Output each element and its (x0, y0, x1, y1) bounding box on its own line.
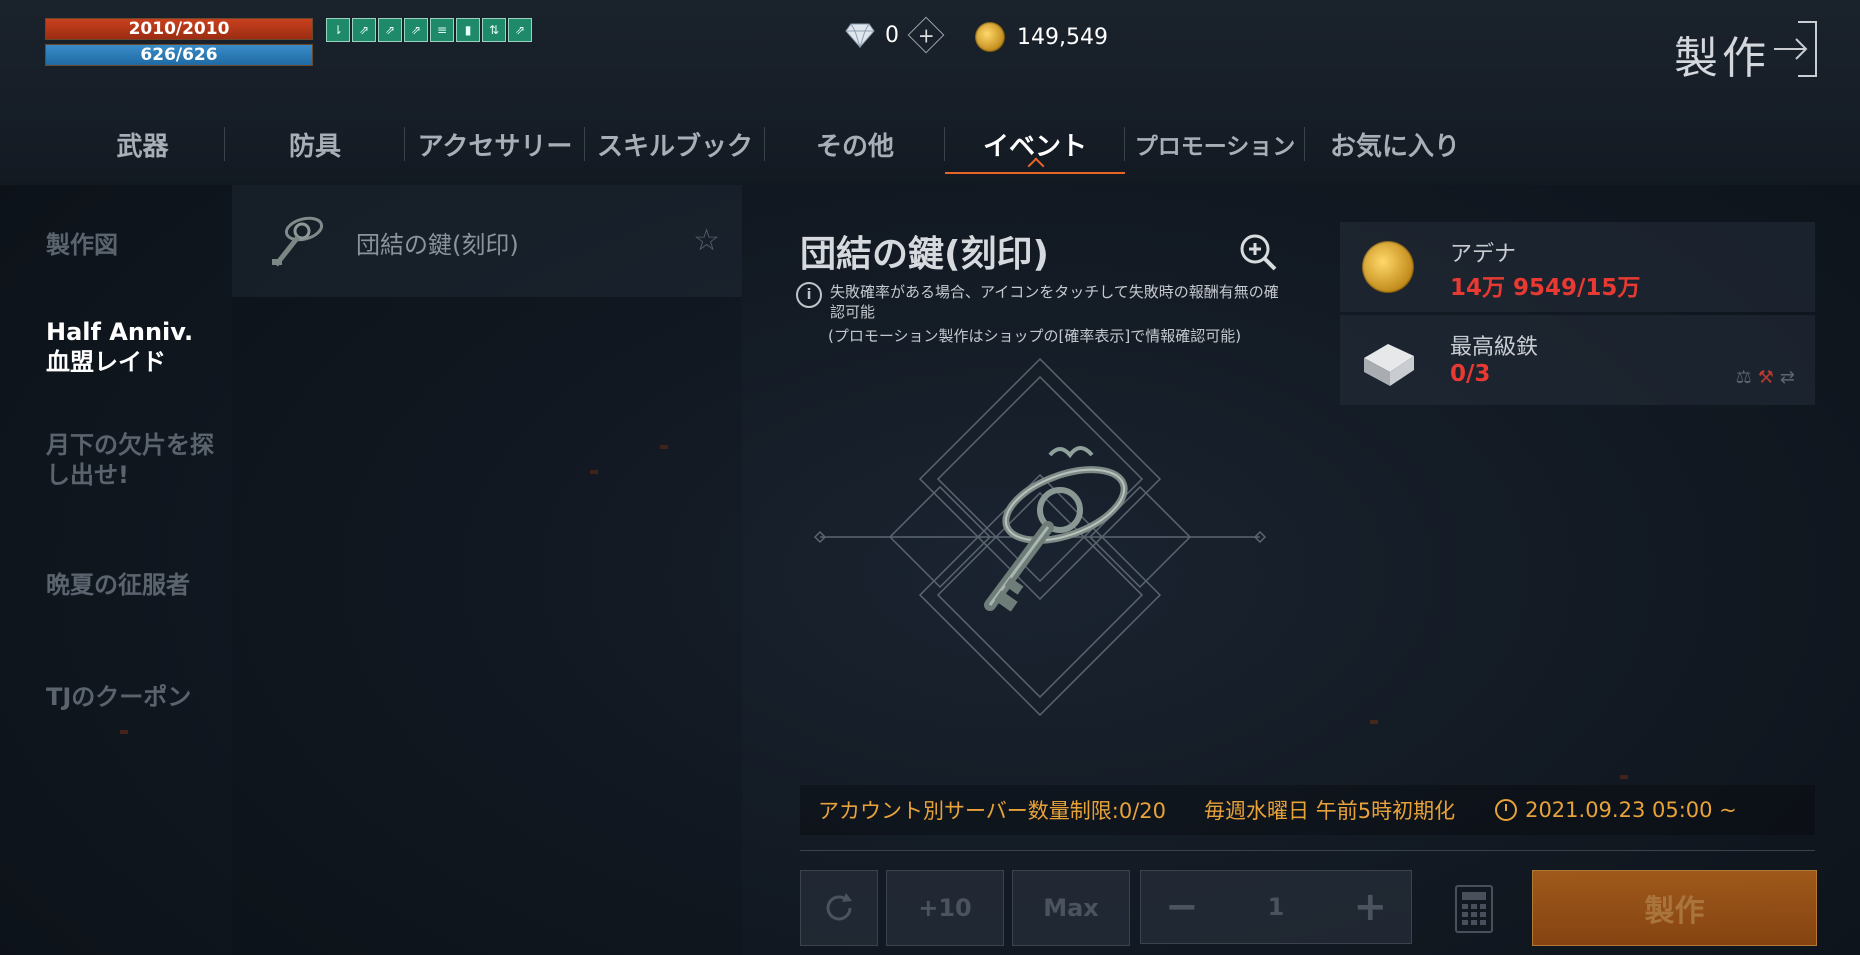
gem-currency: 0 + (845, 16, 945, 54)
decrease-button[interactable]: − (1165, 884, 1199, 930)
material-name: アデナ (1450, 242, 1517, 267)
diamond-icon (845, 23, 875, 48)
material-amount: 14万 9549/15万 (1450, 275, 1641, 301)
buff-icon[interactable]: ▮ (456, 18, 480, 42)
tab-label: スキルブック (596, 131, 753, 162)
hp-bar: 2010/2010 (45, 18, 313, 40)
adena-count: 149,549 (1017, 24, 1108, 50)
gem-count: 0 (885, 22, 899, 48)
exit-icon[interactable] (1770, 20, 1820, 78)
tab-skillbook[interactable]: スキルブック (585, 115, 765, 173)
tab-favorites[interactable]: お気に入り (1305, 115, 1485, 173)
category-tabs: 武器 防具 アクセサリー スキルブック その他 イベント プロモーション お気に… (60, 115, 1485, 175)
clock-icon (1495, 799, 1518, 821)
adena-currency: 149,549 (975, 22, 1108, 52)
item-name: 団結の鍵(刻印) (356, 231, 519, 259)
calculator-display (1462, 892, 1486, 900)
material-actions: ⚖⚒⇄ (1736, 367, 1801, 388)
plus-ten-button[interactable]: +10 (886, 870, 1004, 946)
coin-icon (975, 22, 1005, 52)
material-amount: 0/3 (1450, 361, 1491, 387)
sidebar-item-moon-shard[interactable]: 月下の欠片を探 し出せ! (46, 430, 214, 490)
quantity-value[interactable]: 1 (1268, 893, 1285, 921)
tab-label: その他 (815, 131, 894, 162)
plus-icon: + (917, 22, 935, 47)
craft-button[interactable]: 製作 (1532, 870, 1817, 946)
recipe-list: 団結の鍵(刻印) ☆ (232, 185, 742, 955)
add-gem-button[interactable]: + (907, 16, 945, 54)
event-date: 2021.09.23 05:00 ~ (1525, 798, 1737, 822)
account-limit: アカウント別サーバー数量制限:0/20 (818, 799, 1167, 823)
sidebar-item-tj-coupon[interactable]: TJのクーポン (46, 682, 191, 712)
event-period: 2021.09.23 05:00 ~ (1495, 798, 1737, 822)
buff-icon[interactable]: ⇗ (404, 18, 428, 42)
quantity-stepper: − 1 + (1140, 870, 1412, 944)
list-item[interactable]: 団結の鍵(刻印) ☆ (232, 185, 742, 297)
refresh-icon (826, 893, 852, 921)
calculator-keys (1462, 904, 1486, 925)
tab-label: アクセサリー (417, 131, 573, 162)
material-row[interactable]: アデナ 14万 9549/15万 (1340, 222, 1815, 312)
ember (1370, 720, 1378, 724)
buff-icon[interactable]: ≡ (430, 18, 454, 42)
hammer-icon[interactable]: ⚒ (1758, 367, 1780, 388)
favorite-star-icon[interactable]: ☆ (693, 223, 720, 258)
failure-info-text: 失敗確率がある場合、アイコンをタッチして失敗時の報酬有無の確認可能 (830, 283, 1279, 321)
tab-label: 防具 (288, 131, 341, 162)
sidebar-item-late-summer[interactable]: 晩夏の征服者 (46, 570, 190, 600)
iron-ingot-icon (1364, 344, 1414, 386)
material-name: 最高級鉄 (1450, 335, 1539, 360)
tab-label: プロモーション (1134, 134, 1296, 160)
coin-icon (1362, 241, 1414, 293)
tab-accessory[interactable]: アクセサリー (405, 115, 585, 173)
buff-icon[interactable]: ⇂ (326, 18, 350, 42)
info-icon: i (796, 282, 822, 308)
probability-info-text: (プロモーション製作はショップの[確率表示]で情報確認可能) (828, 327, 1242, 345)
item-artwork[interactable] (810, 355, 1270, 720)
reset-schedule: 毎週水曜日 午前5時初期化 (1204, 799, 1456, 823)
reset-button[interactable] (800, 870, 878, 946)
tab-weapons[interactable]: 武器 (60, 115, 225, 173)
buff-icon[interactable]: ⇗ (352, 18, 376, 42)
tab-other[interactable]: その他 (765, 115, 945, 173)
zoom-in-icon[interactable] (1238, 232, 1278, 272)
craft-limits: アカウント別サーバー数量制限:0/20 毎週水曜日 午前5時初期化 2021.0… (800, 785, 1815, 835)
exchange-icon[interactable]: ⇄ (1780, 367, 1801, 388)
tab-label: お気に入り (1329, 131, 1460, 162)
sidebar-item-blueprint[interactable]: 製作図 (46, 230, 118, 260)
sidebar: 製作図 Half Anniv. 血盟レイド 月下の欠片を探 し出せ! 晩夏の征服… (0, 185, 232, 955)
page-title: 製作 (1674, 33, 1770, 84)
divider (800, 850, 1815, 851)
sidebar-item-half-anniv[interactable]: Half Anniv. 血盟レイド (46, 317, 193, 377)
buff-icon[interactable]: ⇗ (508, 18, 532, 42)
max-button[interactable]: Max (1012, 870, 1130, 946)
calculator-icon[interactable] (1455, 885, 1493, 933)
tab-promotion[interactable]: プロモーション (1125, 115, 1305, 173)
mp-bar: 626/626 (45, 44, 313, 66)
material-row[interactable]: 最高級鉄 0/3 ⚖⚒⇄ (1340, 315, 1815, 405)
buff-icon[interactable]: ⇅ (482, 18, 506, 42)
buff-icons: ⇂ ⇗ ⇗ ⇗ ≡ ▮ ⇅ ⇗ (326, 18, 532, 42)
tab-armor[interactable]: 防具 (225, 115, 405, 173)
scale-icon[interactable]: ⚖ (1736, 367, 1758, 388)
key-icon (272, 216, 324, 267)
increase-button[interactable]: + (1353, 884, 1387, 930)
buff-icon[interactable]: ⇗ (378, 18, 402, 42)
tab-event[interactable]: イベント (945, 115, 1125, 175)
item-title: 団結の鍵(刻印) (800, 234, 1049, 275)
ember (1620, 775, 1628, 779)
key-icon (984, 446, 1128, 612)
tab-label: 武器 (116, 131, 169, 162)
